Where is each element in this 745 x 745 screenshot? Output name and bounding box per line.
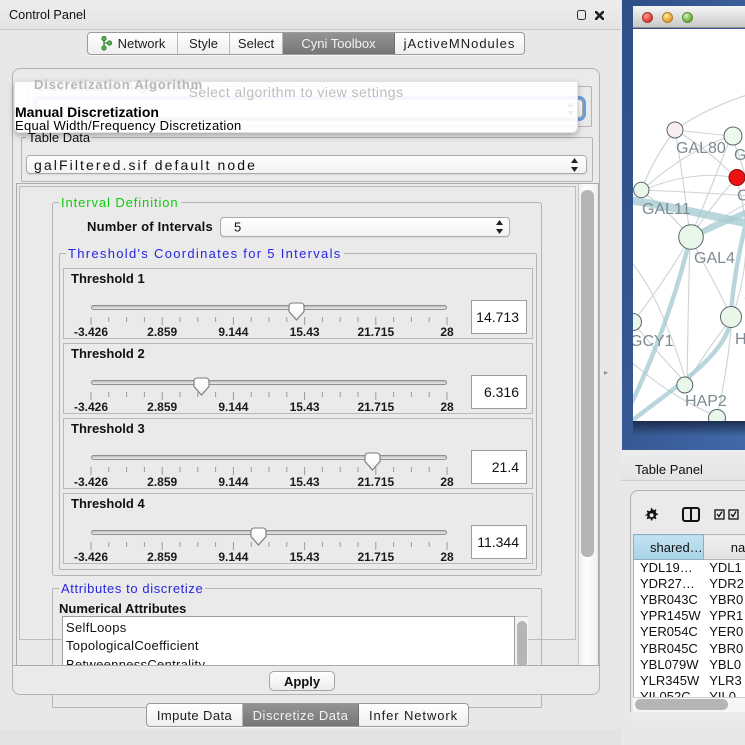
svg-text:GCY1: GCY1 — [633, 333, 674, 350]
svg-text:G.: G. — [734, 147, 745, 164]
svg-text:GAL80: GAL80 — [676, 140, 726, 157]
svg-text:GAL11: GAL11 — [642, 201, 691, 218]
svg-text:H: H — [735, 331, 745, 348]
svg-text:C: C — [737, 188, 745, 205]
svg-text:HAP2: HAP2 — [685, 393, 727, 410]
svg-text:GAL4: GAL4 — [694, 250, 735, 267]
